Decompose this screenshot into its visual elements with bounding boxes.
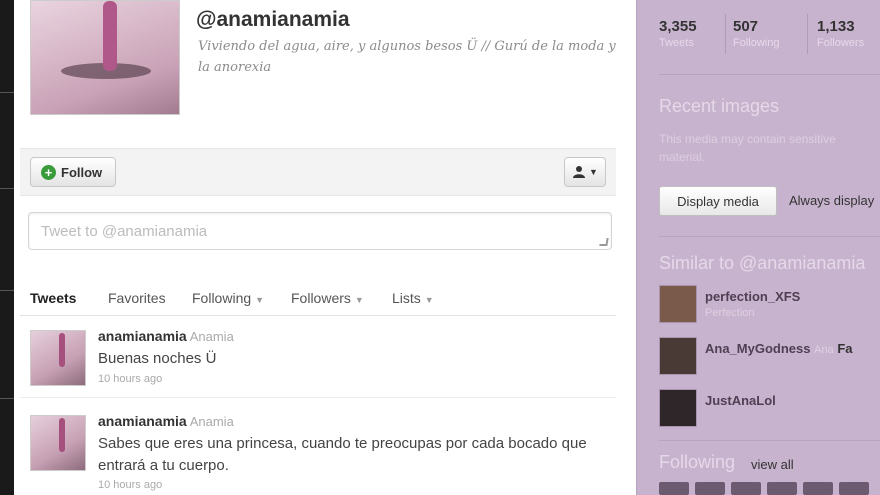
- similar-user-item[interactable]: Ana_MyGodness Ana Fa: [659, 337, 880, 377]
- user-actions-button[interactable]: ▼: [564, 157, 606, 187]
- recent-images-title: Recent images: [659, 96, 780, 116]
- profile-tabs: Tweets Favorites Following ▼ Followers ▼ L…: [20, 280, 616, 316]
- tab-lists[interactable]: Lists ▼: [392, 290, 434, 306]
- tweet-text: Sabes que eres una princesa, cuando te p…: [98, 435, 587, 474]
- tweet-timestamp[interactable]: 10 hours ago: [98, 479, 162, 491]
- stat-tweets[interactable]: 3,355 Tweets: [659, 18, 697, 49]
- display-media-button[interactable]: Display media: [659, 186, 777, 216]
- profile-screen-name: @anamianamia: [196, 8, 350, 31]
- tweet-author[interactable]: anamianamia Anamia: [98, 413, 234, 429]
- similar-user-item[interactable]: perfection_XFS Perfection: [659, 285, 880, 325]
- always-display-link[interactable]: Always display: [789, 193, 874, 208]
- profile-bio: Viviendo del agua, aire, y algunos besos…: [198, 39, 616, 75]
- profile-image[interactable]: [30, 0, 180, 115]
- follow-button[interactable]: + Follow: [30, 157, 116, 187]
- main-column: @anamianamia Viviendo del agua, aire, y …: [14, 0, 636, 495]
- profile-action-bar: + Follow ▼: [20, 148, 616, 196]
- tweet-avatar[interactable]: [30, 415, 86, 471]
- right-sidebar: 3,355 Tweets 507 Following 1,133 Followe…: [636, 0, 880, 495]
- tweet-to-placeholder: Tweet to @anamianamia: [41, 223, 208, 240]
- chevron-down-icon: ▼: [255, 295, 265, 305]
- tweet-text: Buenas noches Ü: [98, 350, 217, 367]
- tweet-author[interactable]: anamianamia Anamia: [98, 328, 234, 344]
- tweet-timestamp[interactable]: 10 hours ago: [98, 373, 162, 385]
- resize-grip-icon[interactable]: [599, 238, 609, 246]
- window-left-edge: [0, 0, 14, 495]
- following-avatar[interactable]: [731, 482, 761, 495]
- similar-user-avatar[interactable]: [659, 285, 697, 323]
- following-title: Following: [659, 452, 736, 472]
- user-icon: [573, 166, 586, 178]
- tweet-item[interactable]: anamianamia Anamia Sabes que eres una pri…: [20, 403, 616, 495]
- following-avatar[interactable]: [839, 482, 869, 495]
- follow-button-label: Follow: [61, 164, 103, 180]
- similar-user-avatar[interactable]: [659, 337, 697, 375]
- similar-user-item[interactable]: JustAnaLol: [659, 389, 880, 429]
- stat-followers[interactable]: 1,133 Followers: [817, 18, 864, 49]
- similar-user-avatar[interactable]: [659, 389, 697, 427]
- recent-images-note: This media may contain sensitive materia…: [659, 132, 836, 164]
- following-avatar[interactable]: [767, 482, 797, 495]
- following-avatar[interactable]: [695, 482, 725, 495]
- chevron-down-icon: ▼: [589, 167, 598, 177]
- view-all-link[interactable]: view all: [751, 457, 794, 472]
- tweet-item[interactable]: anamianamia Anamia Buenas noches Ü 10 hou…: [20, 318, 616, 398]
- following-avatars: [659, 482, 869, 495]
- chevron-down-icon: ▼: [424, 295, 434, 305]
- stat-following[interactable]: 507 Following: [733, 18, 779, 49]
- following-avatar[interactable]: [659, 482, 689, 495]
- tweet-avatar[interactable]: [30, 330, 86, 386]
- chevron-down-icon: ▼: [354, 295, 364, 305]
- tweet-to-input[interactable]: Tweet to @anamianamia: [28, 212, 612, 250]
- plus-icon: +: [41, 164, 56, 180]
- tab-favorites[interactable]: Favorites: [108, 290, 166, 306]
- similar-title: Similar to @anamianamia: [659, 253, 866, 273]
- tab-followers[interactable]: Followers ▼: [291, 290, 364, 306]
- tab-following[interactable]: Following ▼: [192, 290, 264, 306]
- following-avatar[interactable]: [803, 482, 833, 495]
- tab-tweets[interactable]: Tweets: [30, 290, 76, 306]
